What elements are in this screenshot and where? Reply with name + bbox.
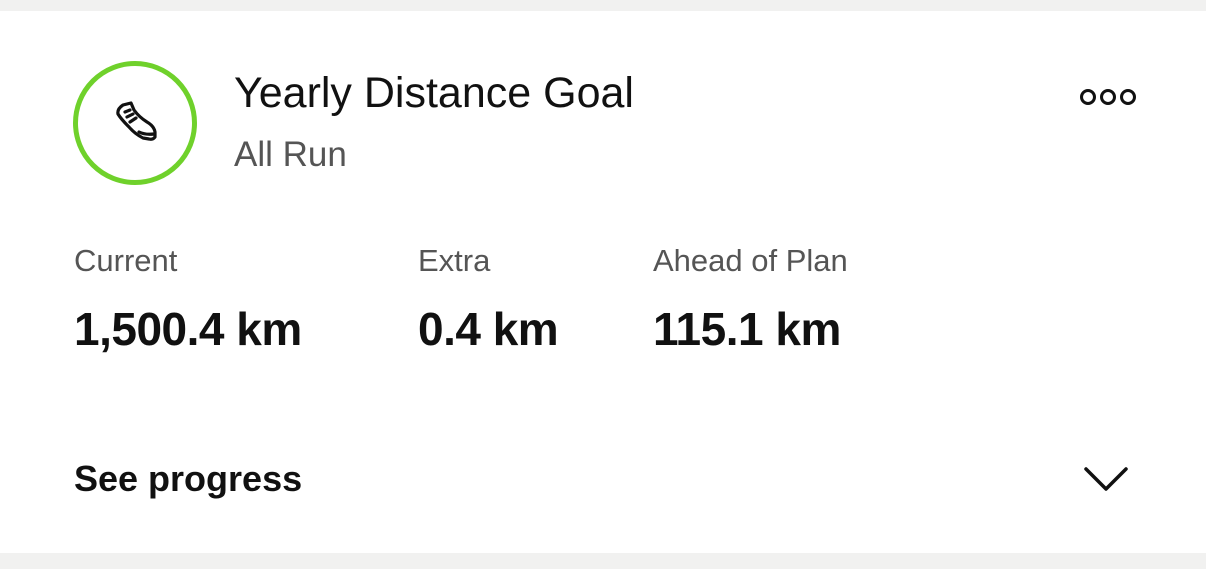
stat-extra: Extra 0.4 km <box>418 243 559 355</box>
more-options-icon <box>1100 89 1116 105</box>
stat-value: 0.4 km <box>418 303 559 355</box>
more-options-icon <box>1120 89 1136 105</box>
stat-value: 1,500.4 km <box>74 303 302 355</box>
stat-label: Ahead of Plan <box>653 243 848 278</box>
stat-ahead-of-plan: Ahead of Plan 115.1 km <box>653 243 848 355</box>
goal-progress-ring <box>73 61 197 185</box>
see-progress-label: See progress <box>74 458 303 499</box>
see-progress-toggle[interactable]: See progress <box>0 441 1206 517</box>
stat-value: 115.1 km <box>653 303 841 355</box>
more-options-icon <box>1080 89 1096 105</box>
running-shoe-icon <box>116 101 157 141</box>
stat-current: Current 1,500.4 km <box>74 243 302 355</box>
stat-label: Extra <box>418 243 491 278</box>
stat-label: Current <box>74 243 178 278</box>
goal-activity-type: All Run <box>234 135 347 174</box>
chevron-down-icon <box>1084 467 1128 491</box>
more-options-button[interactable] <box>1078 83 1138 111</box>
goal-card: Yearly Distance Goal All Run Current 1,5… <box>0 11 1206 553</box>
goal-title: Yearly Distance Goal <box>234 69 634 117</box>
